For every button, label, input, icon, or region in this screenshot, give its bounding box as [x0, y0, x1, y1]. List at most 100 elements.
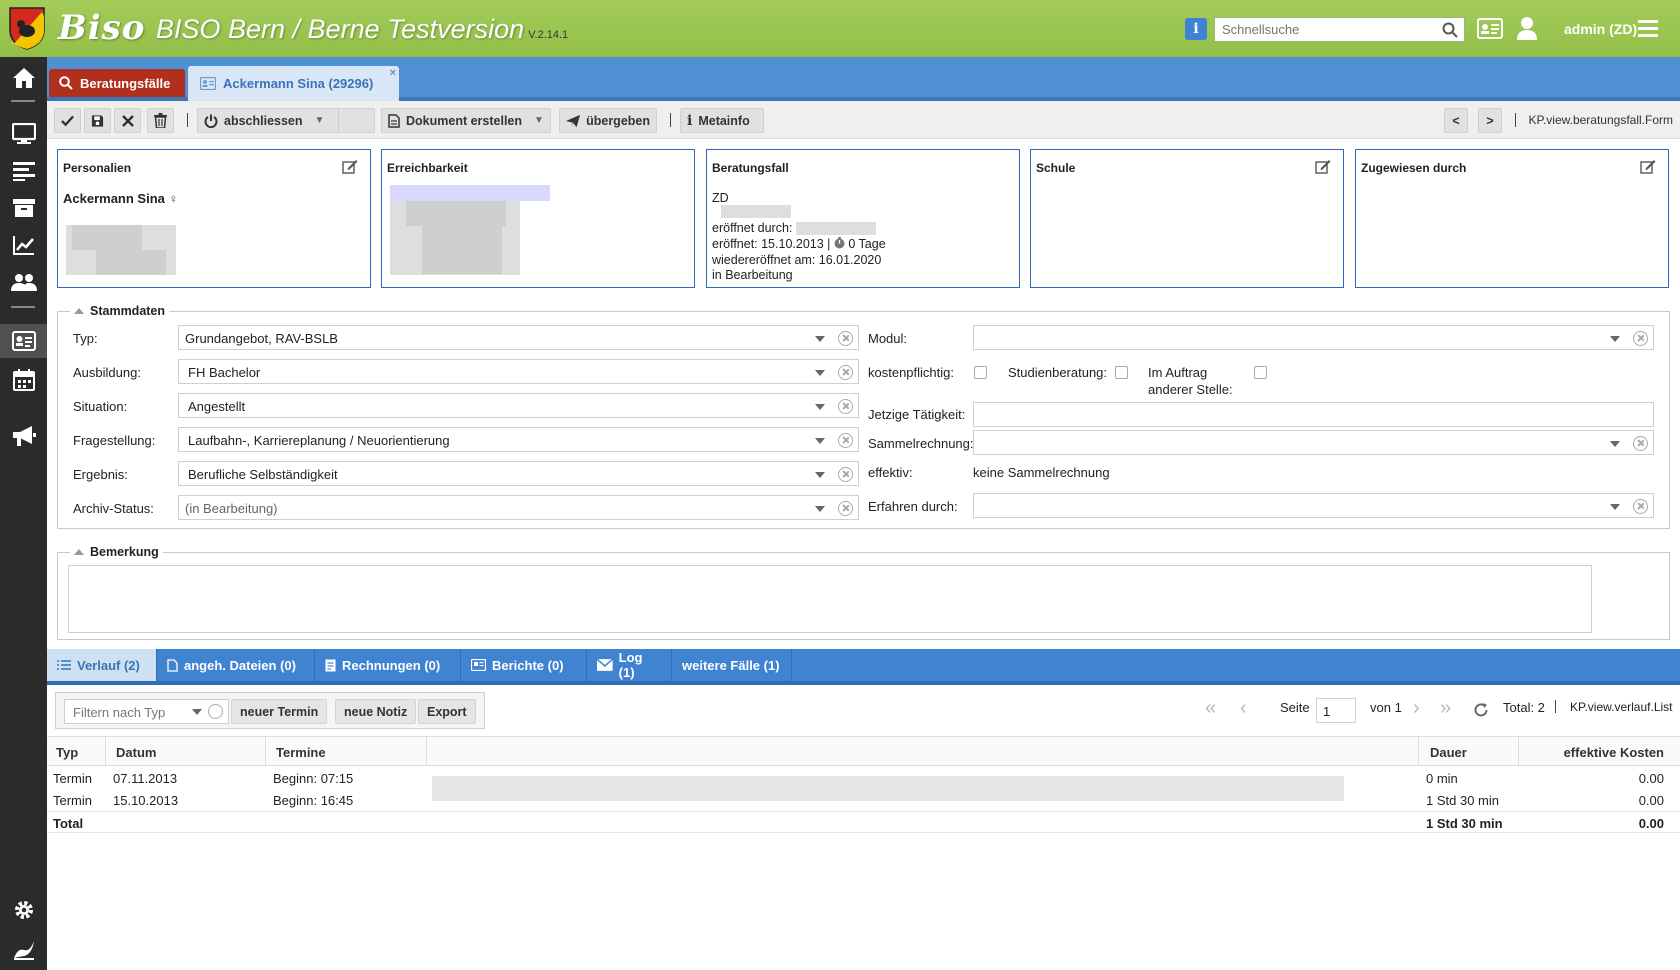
column-divider	[426, 737, 427, 766]
page-number-input[interactable]: 1	[1316, 698, 1356, 723]
ergebnis-select[interactable]: Berufliche Selbständigkeit	[178, 461, 859, 486]
studienberatung-checkbox[interactable]	[1115, 366, 1128, 379]
clear-icon[interactable]	[208, 704, 223, 719]
chevron-down-icon[interactable]	[192, 709, 202, 715]
sidebar-item-list[interactable]	[0, 154, 47, 188]
clear-icon[interactable]	[838, 467, 853, 482]
previous-case-button[interactable]: <	[1444, 108, 1468, 133]
cancel-button[interactable]	[114, 108, 141, 133]
chevron-down-icon[interactable]: ▼	[534, 115, 544, 126]
col-header-kosten[interactable]: effektive Kosten	[1564, 745, 1664, 760]
sidebar-item-monitor[interactable]	[0, 117, 47, 151]
chevron-down-icon[interactable]	[815, 370, 825, 376]
previous-page-icon[interactable]: ‹	[1240, 697, 1247, 720]
tab-search-cases[interactable]: Beratungsfälle	[49, 69, 185, 97]
situation-select[interactable]: Angestellt	[178, 393, 859, 418]
clear-icon[interactable]	[838, 501, 853, 516]
fragestellung-select[interactable]: Laufbahn-, Karriereplanung / Neuorientie…	[178, 427, 859, 452]
tab-verlauf[interactable]: Verlauf (2)	[47, 649, 157, 681]
tab-reports[interactable]: Berichte (0)	[461, 649, 587, 681]
chevron-down-icon[interactable]: ▼	[315, 115, 325, 126]
tab-attachments[interactable]: angeh. Dateien (0)	[157, 649, 315, 681]
chevron-down-icon[interactable]	[1610, 336, 1620, 342]
ausbildung-select[interactable]: FH Bachelor	[178, 359, 859, 384]
save-close-button[interactable]	[54, 108, 81, 133]
edit-icon[interactable]	[1640, 159, 1656, 174]
modul-select[interactable]	[973, 325, 1654, 350]
sidebar-item-archive[interactable]	[0, 191, 47, 225]
filter-type-select[interactable]: Filtern nach Typ	[64, 699, 229, 724]
user-menu-label[interactable]: admin (ZD)	[1564, 21, 1637, 37]
new-appointment-button[interactable]: neuer Termin	[231, 699, 328, 724]
create-document-button[interactable]: Dokument erstellen ▼	[381, 108, 551, 133]
clear-icon[interactable]	[1633, 499, 1648, 514]
chevron-down-icon[interactable]	[815, 438, 825, 444]
export-button[interactable]: Export	[418, 699, 476, 724]
chevron-down-icon[interactable]	[815, 404, 825, 410]
sidebar-item-users[interactable]	[0, 265, 47, 299]
clear-icon[interactable]	[838, 433, 853, 448]
collapse-triangle-icon[interactable]	[74, 549, 84, 555]
save-button[interactable]	[84, 108, 111, 133]
clear-icon[interactable]	[838, 331, 853, 346]
typ-select[interactable]: Grundangebot, RAV-BSLB	[178, 325, 859, 350]
clear-icon[interactable]	[838, 399, 853, 414]
taetigkeit-input[interactable]	[973, 402, 1654, 427]
last-page-icon[interactable]: »	[1440, 697, 1451, 720]
quick-search-input[interactable]	[1215, 18, 1435, 41]
next-case-button[interactable]: >	[1478, 108, 1502, 133]
chevron-down-icon[interactable]	[815, 472, 825, 478]
collapse-triangle-icon[interactable]	[74, 308, 84, 314]
col-header-dauer[interactable]: Dauer	[1430, 745, 1467, 760]
sidebar-item-home[interactable]	[0, 61, 47, 95]
clear-icon[interactable]	[838, 365, 853, 380]
sidebar-item-logo[interactable]	[0, 932, 47, 966]
hand-over-button[interactable]: übergeben	[559, 108, 657, 133]
clear-icon[interactable]	[1633, 436, 1648, 451]
tab-log[interactable]: Log (1)	[587, 649, 672, 681]
info-button[interactable]: i	[1185, 18, 1207, 40]
search-icon[interactable]	[1442, 22, 1458, 38]
new-note-button[interactable]: neue Notiz	[335, 699, 417, 724]
first-page-icon[interactable]: «	[1205, 697, 1216, 720]
bemerkung-legend[interactable]: Bemerkung	[70, 545, 163, 559]
sidebar-item-statistics[interactable]	[0, 228, 47, 262]
refresh-icon[interactable]	[1473, 702, 1489, 718]
delete-button[interactable]	[147, 108, 174, 133]
chevron-down-icon[interactable]	[815, 506, 825, 512]
edit-icon[interactable]	[1315, 159, 1331, 174]
tab-invoices[interactable]: Rechnungen (0)	[315, 649, 461, 681]
contact-card-icon[interactable]	[1477, 18, 1503, 39]
sidebar-item-announcements[interactable]	[0, 419, 47, 453]
tab-other-cases[interactable]: weitere Fälle (1)	[672, 649, 792, 681]
bemerkung-textarea[interactable]	[68, 565, 1592, 633]
tab-close-icon[interactable]: ×	[390, 67, 396, 79]
next-page-icon[interactable]: ›	[1413, 697, 1420, 720]
tab-invoices-label: Rechnungen (0)	[342, 657, 441, 673]
edit-icon[interactable]	[342, 159, 358, 174]
quick-search-field[interactable]	[1214, 17, 1465, 42]
erfahren-select[interactable]	[973, 493, 1654, 518]
metainfo-button[interactable]: i Metainfo	[680, 108, 764, 133]
chevron-down-icon[interactable]	[1610, 504, 1620, 510]
archiv-status-select[interactable]: (in Bearbeitung)	[178, 495, 859, 520]
kostenpflichtig-checkbox[interactable]	[974, 366, 987, 379]
sidebar-item-cases[interactable]	[0, 324, 47, 358]
col-header-typ[interactable]: Typ	[56, 745, 78, 760]
close-case-button[interactable]: abschliessen ▼	[197, 108, 375, 133]
chevron-down-icon[interactable]	[815, 336, 825, 342]
stammdaten-legend[interactable]: Stammdaten	[70, 304, 170, 318]
auftrag-checkbox[interactable]	[1254, 366, 1267, 379]
sammelrechnung-select[interactable]	[973, 430, 1654, 455]
clear-icon[interactable]	[1633, 331, 1648, 346]
redacted-email-link[interactable]	[390, 185, 550, 201]
tab-case-detail[interactable]: Ackermann Sina (29296) ×	[188, 66, 399, 101]
chevron-down-icon[interactable]	[1610, 441, 1620, 447]
col-header-datum[interactable]: Datum	[116, 745, 156, 760]
user-icon[interactable]	[1516, 16, 1538, 40]
biso-logo[interactable]: Biso	[58, 8, 145, 48]
col-header-termine[interactable]: Termine	[276, 745, 326, 760]
hamburger-menu-icon[interactable]	[1638, 19, 1658, 37]
sidebar-item-settings[interactable]	[0, 893, 47, 927]
sidebar-item-calendar[interactable]	[0, 363, 47, 397]
